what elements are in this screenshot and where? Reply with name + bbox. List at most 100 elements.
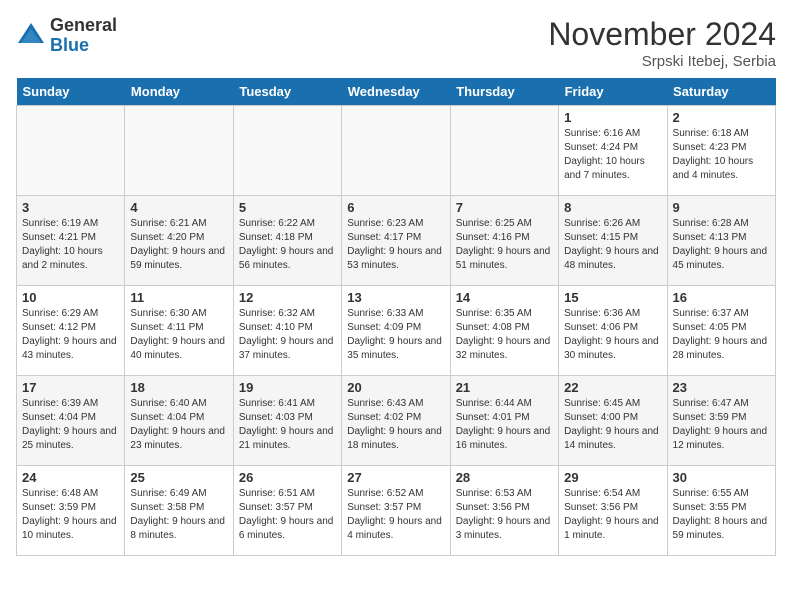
calendar-cell: 3Sunrise: 6:19 AMSunset: 4:21 PMDaylight… [17,196,125,286]
logo: General Blue [16,16,117,56]
day-info: Sunrise: 6:44 AMSunset: 4:01 PMDaylight:… [456,397,553,453]
calendar-cell: 5 Sunrise: 6:22 AMSunset: 4:18 PMDaylight… [233,196,341,286]
title-area: November 2024 Srpski Itebej, Serbia [548,16,776,70]
calendar-week-2: 3Sunrise: 6:19 AMSunset: 4:21 PMDaylight… [17,196,776,286]
calendar-cell: 10 Sunrise: 6:29 AMSunset: 4:12 PMDayligh… [17,286,125,376]
day-info: Sunrise: 6:23 AMSunset: 4:17 PMDaylight:… [347,217,444,273]
calendar-cell: 6 Sunrise: 6:23 AMSunset: 4:17 PMDaylight… [342,196,450,286]
day-info: Sunrise: 6:52 AMSunset: 3:57 PMDaylight:… [347,487,444,543]
day-info: Sunrise: 6:16 AMSunset: 4:24 PMDaylight:… [564,127,661,183]
day-info: Sunrise: 6:18 AMSunset: 4:23 PMDaylight:… [673,127,770,183]
calendar-cell: 11Sunrise: 6:30 AMSunset: 4:11 PMDayligh… [125,286,233,376]
day-number: 22 [564,380,661,395]
day-number: 13 [347,290,444,305]
day-number: 18 [130,380,227,395]
day-number: 26 [239,470,336,485]
calendar-cell: 12Sunrise: 6:32 AMSunset: 4:10 PMDayligh… [233,286,341,376]
day-info: Sunrise: 6:40 AMSunset: 4:04 PMDaylight:… [130,397,227,453]
day-number: 25 [130,470,227,485]
day-number: 24 [22,470,119,485]
weekday-header-tuesday: Tuesday [233,78,341,106]
calendar-cell: 23Sunrise: 6:47 AMSunset: 3:59 PMDayligh… [667,376,775,466]
calendar-cell: 15 Sunrise: 6:36 AMSunset: 4:06 PMDayligh… [559,286,667,376]
day-number: 20 [347,380,444,395]
day-number: 30 [673,470,770,485]
calendar-cell: 20 Sunrise: 6:43 AMSunset: 4:02 PMDayligh… [342,376,450,466]
day-number: 12 [239,290,336,305]
day-info: Sunrise: 6:30 AMSunset: 4:11 PMDaylight:… [130,307,227,363]
day-info: Sunrise: 6:43 AMSunset: 4:02 PMDaylight:… [347,397,444,453]
calendar-cell: 18 Sunrise: 6:40 AMSunset: 4:04 PMDayligh… [125,376,233,466]
day-number: 5 [239,200,336,215]
day-info: Sunrise: 6:45 AMSunset: 4:00 PMDaylight:… [564,397,661,453]
calendar-cell: 24 Sunrise: 6:48 AMSunset: 3:59 PMDayligh… [17,466,125,556]
day-info: Sunrise: 6:29 AMSunset: 4:12 PMDaylight:… [22,307,119,363]
calendar-cell: 30 Sunrise: 6:55 AMSunset: 3:55 PMDayligh… [667,466,775,556]
calendar-cell: 26 Sunrise: 6:51 AMSunset: 3:57 PMDayligh… [233,466,341,556]
day-info: Sunrise: 6:53 AMSunset: 3:56 PMDaylight:… [456,487,553,543]
day-info: Sunrise: 6:36 AMSunset: 4:06 PMDaylight:… [564,307,661,363]
logo-text: General Blue [50,16,117,56]
calendar-cell [17,106,125,196]
weekday-header-saturday: Saturday [667,78,775,106]
day-number: 29 [564,470,661,485]
calendar-cell: 2 Sunrise: 6:18 AMSunset: 4:23 PMDaylight… [667,106,775,196]
location-subtitle: Srpski Itebej, Serbia [548,53,776,70]
calendar-cell: 19 Sunrise: 6:41 AMSunset: 4:03 PMDayligh… [233,376,341,466]
day-info: Sunrise: 6:41 AMSunset: 4:03 PMDaylight:… [239,397,336,453]
day-number: 14 [456,290,553,305]
day-number: 7 [456,200,553,215]
weekday-header-friday: Friday [559,78,667,106]
weekday-header-thursday: Thursday [450,78,558,106]
calendar-cell [233,106,341,196]
calendar-cell: 29 Sunrise: 6:54 AMSunset: 3:56 PMDayligh… [559,466,667,556]
calendar-cell: 4Sunrise: 6:21 AMSunset: 4:20 PMDaylight… [125,196,233,286]
weekday-header-monday: Monday [125,78,233,106]
header: General Blue November 2024 Srpski Itebej… [16,16,776,70]
calendar-cell: 25 Sunrise: 6:49 AMSunset: 3:58 PMDayligh… [125,466,233,556]
day-number: 19 [239,380,336,395]
day-number: 8 [564,200,661,215]
day-info: Sunrise: 6:51 AMSunset: 3:57 PMDaylight:… [239,487,336,543]
calendar-cell [342,106,450,196]
day-info: Sunrise: 6:35 AMSunset: 4:08 PMDaylight:… [456,307,553,363]
calendar-cell: 14 Sunrise: 6:35 AMSunset: 4:08 PMDayligh… [450,286,558,376]
day-info: Sunrise: 6:49 AMSunset: 3:58 PMDaylight:… [130,487,227,543]
logo-general: General [50,16,117,36]
calendar-week-3: 10 Sunrise: 6:29 AMSunset: 4:12 PMDayligh… [17,286,776,376]
day-number: 6 [347,200,444,215]
day-info: Sunrise: 6:55 AMSunset: 3:55 PMDaylight:… [673,487,770,543]
day-info: Sunrise: 6:25 AMSunset: 4:16 PMDaylight:… [456,217,553,273]
calendar-week-1: 1 Sunrise: 6:16 AMSunset: 4:24 PMDaylight… [17,106,776,196]
day-number: 28 [456,470,553,485]
calendar-week-5: 24 Sunrise: 6:48 AMSunset: 3:59 PMDayligh… [17,466,776,556]
day-info: Sunrise: 6:47 AMSunset: 3:59 PMDaylight:… [673,397,770,453]
day-number: 10 [22,290,119,305]
day-number: 15 [564,290,661,305]
calendar-cell: 13 Sunrise: 6:33 AMSunset: 4:09 PMDayligh… [342,286,450,376]
day-info: Sunrise: 6:48 AMSunset: 3:59 PMDaylight:… [22,487,119,543]
month-title: November 2024 [548,16,776,53]
day-number: 27 [347,470,444,485]
calendar-cell: 17Sunrise: 6:39 AMSunset: 4:04 PMDayligh… [17,376,125,466]
calendar-cell: 7 Sunrise: 6:25 AMSunset: 4:16 PMDaylight… [450,196,558,286]
day-info: Sunrise: 6:22 AMSunset: 4:18 PMDaylight:… [239,217,336,273]
logo-icon [16,21,46,51]
calendar-cell: 16Sunrise: 6:37 AMSunset: 4:05 PMDayligh… [667,286,775,376]
calendar-table: SundayMondayTuesdayWednesdayThursdayFrid… [16,78,776,556]
calendar-cell: 28 Sunrise: 6:53 AMSunset: 3:56 PMDayligh… [450,466,558,556]
day-number: 16 [673,290,770,305]
day-info: Sunrise: 6:28 AMSunset: 4:13 PMDaylight:… [673,217,770,273]
calendar-cell: 1 Sunrise: 6:16 AMSunset: 4:24 PMDaylight… [559,106,667,196]
calendar-cell [125,106,233,196]
day-number: 9 [673,200,770,215]
day-info: Sunrise: 6:26 AMSunset: 4:15 PMDaylight:… [564,217,661,273]
calendar-header-row: SundayMondayTuesdayWednesdayThursdayFrid… [17,78,776,106]
day-number: 1 [564,110,661,125]
day-number: 2 [673,110,770,125]
calendar-cell: 22 Sunrise: 6:45 AMSunset: 4:00 PMDayligh… [559,376,667,466]
day-number: 4 [130,200,227,215]
day-number: 3 [22,200,119,215]
day-info: Sunrise: 6:54 AMSunset: 3:56 PMDaylight:… [564,487,661,543]
day-info: Sunrise: 6:33 AMSunset: 4:09 PMDaylight:… [347,307,444,363]
